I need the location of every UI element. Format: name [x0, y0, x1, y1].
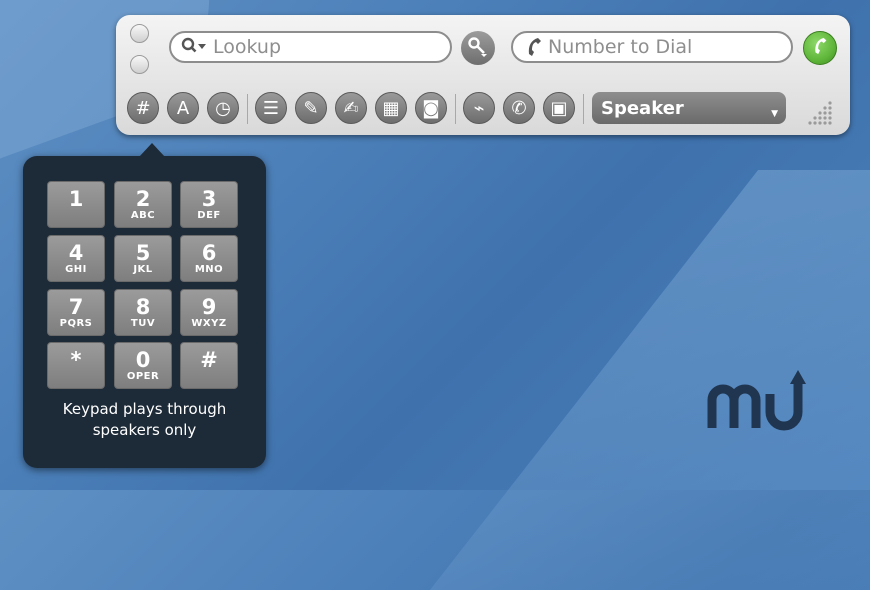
keypad-key-0[interactable]: 0 OPER	[114, 342, 172, 389]
screen-button[interactable]: ▣	[543, 92, 575, 124]
keypad-note-line1: Keypad plays through	[62, 400, 227, 418]
audio-output-select[interactable]: Speaker ▼	[592, 92, 786, 124]
signal-icon: ⌁	[473, 97, 485, 119]
call-options-button[interactable]: ✆	[503, 92, 535, 124]
history-button[interactable]: ◷	[207, 92, 239, 124]
table-icon: ▦	[382, 97, 400, 119]
keypad-key-7[interactable]: 7 PQRS	[47, 289, 105, 336]
key-lookup-button[interactable]	[461, 31, 495, 65]
lookup-input[interactable]	[213, 36, 443, 58]
keypad-key-4[interactable]: 4 GHI	[47, 235, 105, 282]
keypad-key-8[interactable]: 8 TUV	[114, 289, 172, 336]
signal-button[interactable]: ⌁	[463, 92, 495, 124]
call-options-icon: ✆	[511, 97, 527, 119]
toolbar-separator	[455, 94, 456, 124]
resize-grip-icon[interactable]	[806, 99, 834, 127]
history-clock-icon: ◷	[215, 97, 231, 119]
keypad-icon: #	[135, 97, 151, 119]
keypad-key-9[interactable]: 9 WXYZ	[180, 289, 238, 336]
dial-number-input[interactable]	[548, 36, 778, 58]
dialer-toolbar-window: # A ◷ ☰ ✎ ✍ ▦ ◙ ⌁ ✆ ▣ Speaker ▼	[116, 15, 850, 135]
keypad-note-line2: speakers only	[92, 421, 197, 439]
notes-icon: ✍	[343, 97, 359, 119]
window-close-button[interactable]	[130, 24, 149, 43]
dial-number-field[interactable]	[511, 31, 793, 63]
keypad-key-2[interactable]: 2 ABC	[114, 181, 172, 228]
toolbar-separator	[583, 94, 584, 124]
key-icon	[467, 35, 489, 61]
macupdate-logo-icon	[707, 370, 806, 431]
keypad-key-3[interactable]: 3 DEF	[180, 181, 238, 228]
contacts-icon: A	[176, 97, 190, 119]
notes-button[interactable]: ✍	[335, 92, 367, 124]
chevron-down-icon: ▼	[771, 109, 778, 119]
list-button[interactable]: ☰	[255, 92, 287, 124]
lookup-field[interactable]	[169, 31, 452, 63]
keypad-key-1[interactable]: 1	[47, 181, 105, 228]
call-button[interactable]	[803, 31, 837, 65]
keypad-note: Keypad plays through speakers only	[23, 399, 266, 441]
toolbar-separator	[247, 94, 248, 124]
pencil-icon: ✎	[303, 97, 319, 119]
screen-icon: ▣	[550, 97, 568, 119]
keypad-button[interactable]: #	[127, 92, 159, 124]
audio-output-value: Speaker	[601, 97, 684, 119]
keypad-key-5[interactable]: 5 JKL	[114, 235, 172, 282]
record-button[interactable]: ◙	[415, 92, 447, 124]
keypad-key-6[interactable]: 6 MNO	[180, 235, 238, 282]
handset-icon	[525, 36, 543, 58]
edit-button[interactable]: ✎	[295, 92, 327, 124]
keypad-popover: 1 2 ABC 3 DEF 4 GHI 5 JKL 6 MNO 7 PQRS 8 TUV 9W…	[23, 143, 266, 468]
keypad-key-hash[interactable]: #	[180, 342, 238, 389]
list-icon: ☰	[262, 97, 280, 119]
record-icon: ◙	[422, 97, 440, 119]
table-button[interactable]: ▦	[375, 92, 407, 124]
keypad-key-star[interactable]: *	[47, 342, 105, 389]
phone-icon	[811, 36, 829, 60]
window-minimize-button[interactable]	[130, 55, 149, 74]
search-icon[interactable]	[181, 37, 207, 57]
contacts-button[interactable]: A	[167, 92, 199, 124]
